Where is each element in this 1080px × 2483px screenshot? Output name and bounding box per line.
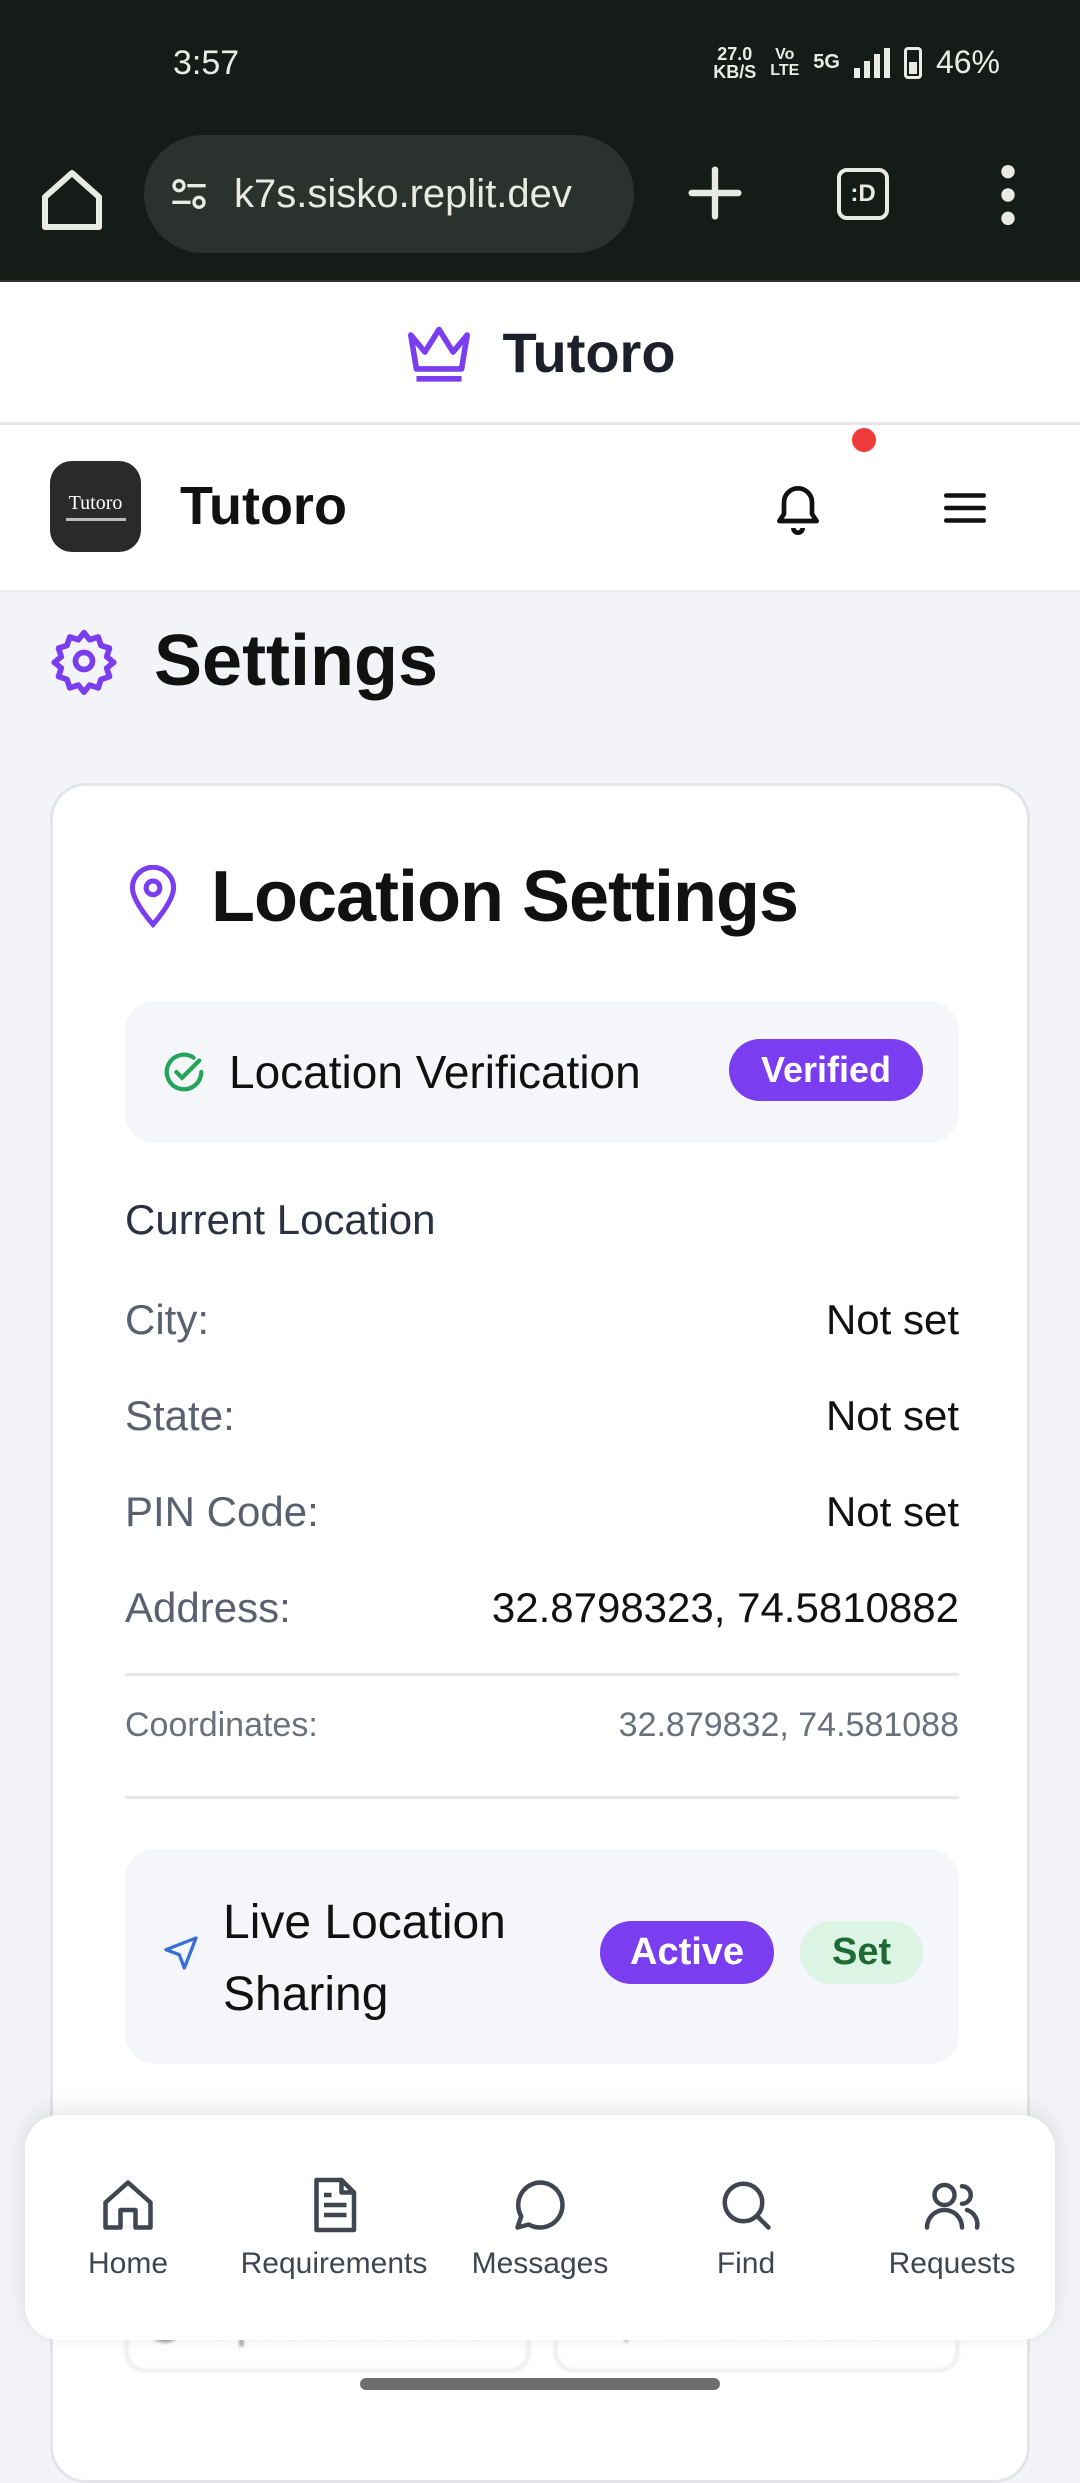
live-location-label: Live Location Sharing (223, 1896, 506, 2021)
coordinates-row: Coordinates: 32.879832, 74.581088 (125, 1706, 959, 1745)
nav-label: Find (716, 2246, 776, 2280)
users-icon (924, 2182, 980, 2230)
chat-icon (515, 2179, 565, 2230)
volte-indicator: Vo LTE (770, 45, 800, 79)
nav-label: Home (87, 2246, 169, 2280)
network-speed: 27.0 KB/S (713, 43, 757, 82)
app-logo[interactable]: Tutoro (50, 461, 141, 552)
verification-label: Location Verification (229, 1046, 641, 1098)
browser-toolbar: k7s.sisko.replit.dev :D (0, 130, 1080, 282)
url-bar[interactable]: k7s.sisko.replit.dev (144, 135, 634, 253)
status-bar: 3:57 27.0 KB/S Vo LTE 5G 46% (0, 0, 1080, 130)
site-header: Tutoro (0, 282, 1080, 425)
field-key: State: (125, 1392, 235, 1439)
map-pin-icon (129, 865, 177, 929)
network-type: 5G (813, 51, 840, 73)
nav-item-home[interactable]: Home (28, 2175, 228, 2281)
signal-icon (853, 47, 890, 78)
divider (125, 1673, 959, 1676)
location-verification-row: Location Verification Verified (125, 1001, 959, 1143)
status-indicators: 27.0 KB/S Vo LTE 5G 46% (713, 44, 1000, 81)
state-row: State: Not set (125, 1392, 959, 1440)
field-value: Not set (825, 1488, 959, 1535)
battery-level: 46% (935, 44, 1000, 80)
card-title: Location Settings (211, 857, 799, 937)
nav-label: Requirements (240, 2246, 428, 2280)
page-title: Settings (154, 621, 439, 701)
city-row: City: Not set (125, 1296, 959, 1344)
nav-label: Messages (471, 2246, 609, 2280)
document-icon (314, 2177, 357, 2232)
address-row: Address: 32.8798323, 74.5810882 (125, 1584, 959, 1632)
card-heading: Location Settings (125, 856, 799, 938)
bell-icon[interactable] (770, 477, 826, 537)
battery-icon (903, 46, 922, 79)
nav-label: Requests (888, 2246, 1016, 2280)
app-name[interactable]: Tutoro (180, 475, 347, 537)
status-time: 3:57 (173, 44, 240, 82)
check-circle-icon (164, 1052, 204, 1092)
home-icon[interactable] (36, 164, 108, 236)
field-key: PIN Code: (125, 1488, 319, 1535)
nav-item-requests[interactable]: Requests (852, 2175, 1052, 2281)
pin-code-row: PIN Code: Not set (125, 1488, 959, 1536)
home-icon (103, 2179, 153, 2230)
live-location-sharing-row: Live Location Sharing Active Set (125, 1849, 959, 2064)
field-value: Not set (825, 1392, 959, 1439)
site-title: Tutoro (502, 320, 676, 384)
field-value: Not set (825, 1296, 959, 1343)
notification-dot (852, 428, 876, 452)
verified-badge: Verified (728, 1039, 923, 1101)
page-heading: Settings (50, 620, 438, 702)
new-tab-icon[interactable] (680, 158, 750, 228)
menu-icon[interactable] (940, 483, 990, 533)
set-badge: Set (800, 1921, 924, 1984)
current-location-heading: Current Location (125, 1196, 436, 1243)
nav-item-find[interactable]: Find (646, 2175, 846, 2281)
navigation-icon (164, 1936, 198, 1970)
site-settings-icon[interactable] (166, 174, 212, 214)
nav-item-requirements[interactable]: Requirements (234, 2175, 434, 2281)
coordinates-key: Coordinates: (125, 1706, 318, 1744)
gesture-handle[interactable] (360, 2378, 720, 2390)
nav-item-messages[interactable]: Messages (440, 2175, 640, 2281)
more-options-icon[interactable] (990, 160, 1026, 230)
search-icon (722, 2181, 771, 2230)
active-badge: Active (600, 1921, 775, 1984)
crown-icon (408, 326, 471, 382)
coordinates-value: 32.879832, 74.581088 (618, 1706, 959, 1744)
gear-icon (51, 629, 117, 695)
tab-switcher-button[interactable]: :D (837, 168, 889, 220)
field-key: City: (125, 1296, 209, 1343)
field-value: 32.8798323, 74.5810882 (491, 1584, 959, 1631)
field-key: Address: (125, 1584, 291, 1631)
divider (125, 1796, 959, 1799)
url-text[interactable]: k7s.sisko.replit.dev (234, 172, 624, 217)
app-header: Tutoro Tutoro (0, 425, 1080, 592)
bottom-navigation: Home Requirements Messages Find Requests (25, 2115, 1055, 2340)
